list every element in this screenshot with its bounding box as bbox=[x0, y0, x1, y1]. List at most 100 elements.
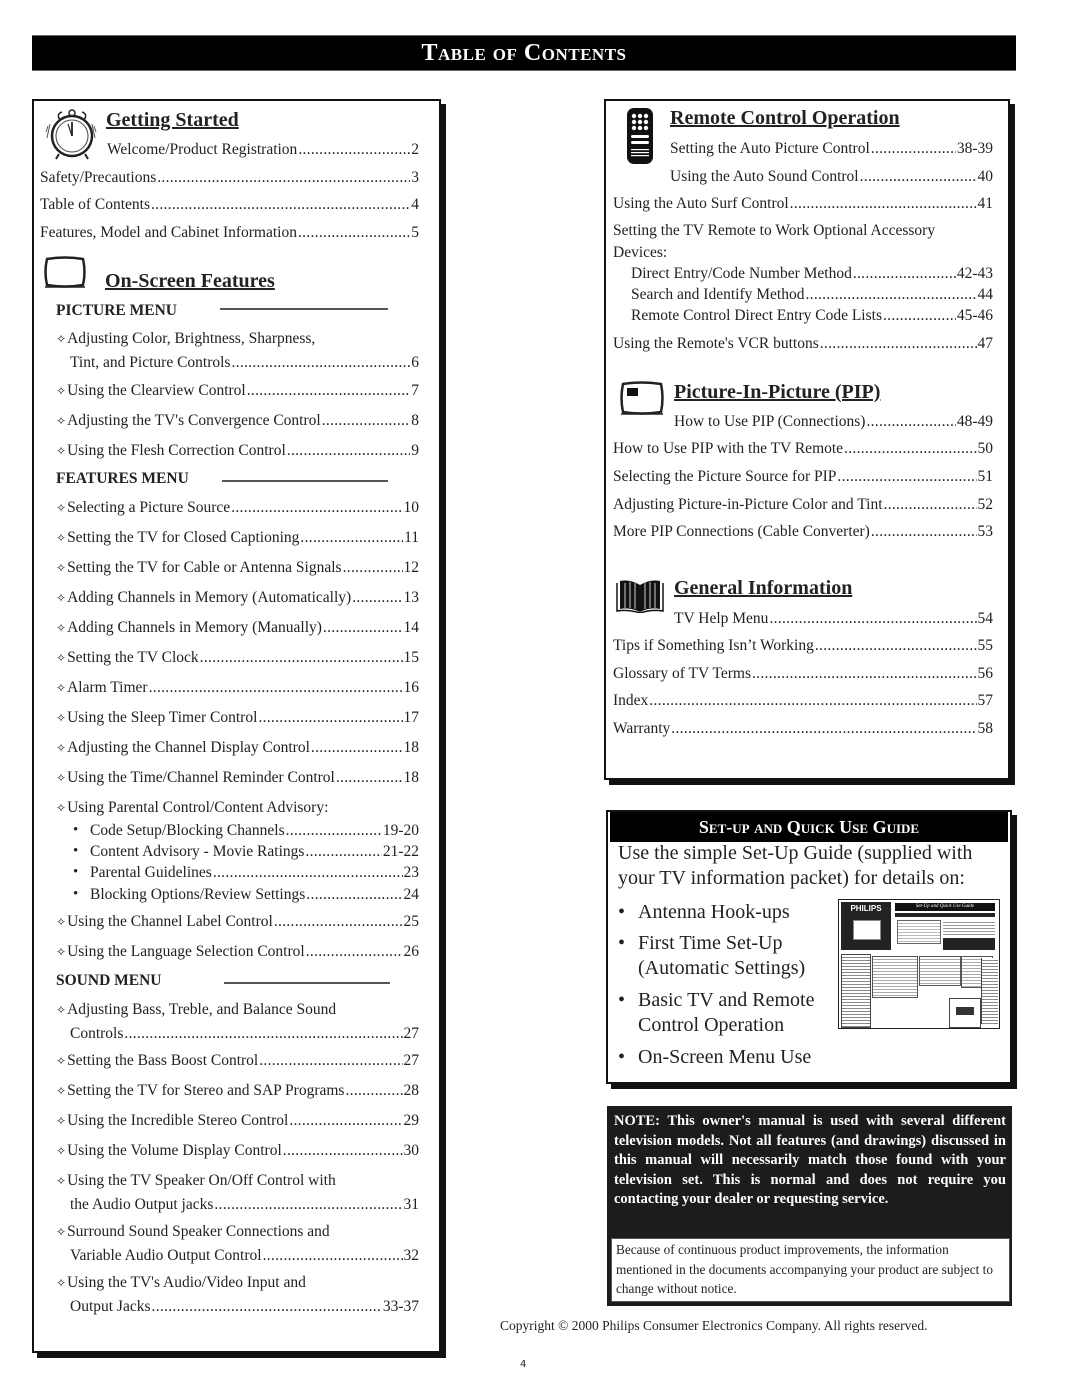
toc-entry[interactable]: ✧Adjusting the TV's Convergence Control8 bbox=[56, 412, 419, 430]
toc-entry[interactable]: ✧ Adding Channels in Memory (Automaticall… bbox=[56, 589, 419, 607]
section-title-general-info: General Information bbox=[674, 577, 853, 599]
pip-screen-icon bbox=[620, 381, 664, 415]
toc-entry[interactable]: How to Use PIP with the TV Remote50 bbox=[613, 440, 993, 458]
section-title-on-screen-features: On-Screen Features bbox=[105, 270, 275, 292]
submenu-label-features: FEATURES MENU bbox=[56, 470, 189, 487]
diamond-icon: ✧ bbox=[56, 945, 67, 959]
toc-entry[interactable]: ✧Using the Clearview Control7 bbox=[56, 382, 419, 400]
toc-entry[interactable]: Direct Entry/Code Number Method42-43 bbox=[631, 265, 993, 283]
toc-entry[interactable]: Using the Auto Surf Control41 bbox=[613, 195, 993, 213]
toc-entry[interactable]: Selecting the Picture Source for PIP51 bbox=[613, 468, 993, 486]
toc-entry-line1[interactable]: ✧Using the TV's Audio/Video Input and bbox=[56, 1274, 306, 1292]
page-ref: 11 bbox=[404, 529, 419, 546]
toc-entry[interactable]: More PIP Connections (Cable Converter)53 bbox=[613, 523, 993, 541]
toc-entry[interactable]: ✧Using the Language Selection Control26 bbox=[56, 943, 419, 961]
toc-entry[interactable]: Search and Identify Method44 bbox=[631, 286, 993, 304]
setup-guide-heading: Set-up and Quick Use Guide bbox=[698, 816, 920, 837]
toc-entry[interactable]: ✧Setting the TV for Closed Captioning11 bbox=[56, 529, 419, 547]
toc-entry[interactable]: ✧Using the Flesh Correction Control9 bbox=[56, 442, 419, 460]
toc-entry-line1[interactable]: ✧Surround Sound Speaker Connections and bbox=[56, 1223, 330, 1241]
toc-entry[interactable]: Welcome/Product Registration2 bbox=[107, 141, 419, 159]
toc-entry[interactable]: ✧Setting the Bass Boost Control27 bbox=[56, 1052, 419, 1070]
toc-entry[interactable]: Adjusting Picture-in-Picture Color and T… bbox=[613, 496, 993, 514]
toc-entry[interactable]: Using the Remote's VCR buttons47 bbox=[613, 335, 993, 353]
bullet-icon: • bbox=[73, 886, 79, 902]
page-ref: 55 bbox=[977, 637, 994, 654]
toc-entry[interactable]: ✧Selecting a Picture Source10 bbox=[56, 499, 419, 517]
page-ref: 14 bbox=[403, 619, 420, 636]
toc-entry[interactable]: Features, Model and Cabinet Information5 bbox=[40, 224, 419, 242]
toc-entry[interactable]: Tint, and Picture Controls6 bbox=[70, 354, 419, 372]
toc-entry[interactable]: Blocking Options/Review Settings24 bbox=[90, 886, 419, 904]
toc-entry[interactable]: ✧Using the Volume Display Control30 bbox=[56, 1142, 419, 1160]
page-ref: 29 bbox=[403, 1112, 420, 1129]
toc-entry[interactable]: Parental Guidelines23 bbox=[90, 864, 419, 882]
toc-entry[interactable]: Output Jacks33-37 bbox=[70, 1298, 419, 1316]
toc-entry-line1[interactable]: ✧Adjusting Bass, Treble, and Balance Sou… bbox=[56, 1001, 336, 1019]
toc-entry[interactable]: TV Help Menu54 bbox=[674, 610, 993, 628]
bullet-icon: • bbox=[618, 1046, 626, 1068]
dot-leader bbox=[311, 739, 403, 757]
dot-leader bbox=[649, 692, 976, 710]
toc-entry[interactable]: Safety/Precautions3 bbox=[40, 169, 419, 187]
toc-entry[interactable]: Using the Auto Sound Control40 bbox=[670, 168, 993, 186]
toc-entry[interactable]: Setting the Auto Picture Control38-39 bbox=[670, 140, 993, 158]
diamond-icon: ✧ bbox=[56, 444, 67, 458]
page-ref: 50 bbox=[977, 440, 994, 457]
toc-entry-heading[interactable]: Setting the TV Remote to Work Optional A… bbox=[613, 222, 935, 240]
page-ref: 32 bbox=[403, 1247, 420, 1264]
toc-entry-line1[interactable]: ✧Using the TV Speaker On/Off Control wit… bbox=[56, 1172, 336, 1190]
thumbnail-block bbox=[919, 956, 961, 986]
diamond-icon: ✧ bbox=[56, 915, 67, 929]
toc-entry[interactable]: Controls27 bbox=[70, 1025, 419, 1043]
toc-entry[interactable]: ✧Adding Channels in Memory (Manually)14 bbox=[56, 619, 419, 637]
page-ref: 16 bbox=[403, 679, 420, 696]
toc-entry[interactable]: Index57 bbox=[613, 692, 993, 710]
page-ref: 19-20 bbox=[382, 822, 419, 839]
dot-leader bbox=[149, 679, 403, 697]
page-title: Table of Contents bbox=[421, 39, 627, 66]
toc-entry[interactable]: Table of Contents4 bbox=[40, 196, 419, 214]
toc-entry[interactable]: Warranty58 bbox=[613, 720, 993, 738]
toc-entry[interactable]: ✧Alarm Timer16 bbox=[56, 679, 419, 697]
toc-entry[interactable]: Glossary of TV Terms56 bbox=[613, 665, 993, 683]
toc-entry[interactable]: the Audio Output jacks31 bbox=[70, 1196, 419, 1214]
toc-entry[interactable]: ✧Setting the TV Clock15 bbox=[56, 649, 419, 667]
dot-leader bbox=[231, 499, 402, 517]
thumbnail-block bbox=[872, 956, 918, 998]
open-book-icon bbox=[616, 580, 664, 613]
page-ref: 25 bbox=[403, 913, 420, 930]
thumbnail-title-bar: Set-Up and Quick Use Guide bbox=[895, 903, 995, 911]
toc-entry[interactable]: Remote Control Direct Entry Code Lists45… bbox=[631, 307, 993, 325]
toc-entry[interactable]: How to Use PIP (Connections)48-49 bbox=[674, 413, 993, 431]
toc-entry[interactable]: ✧Using the Channel Label Control25 bbox=[56, 913, 419, 931]
diamond-icon: ✧ bbox=[56, 1003, 67, 1017]
bullet-icon: • bbox=[73, 864, 79, 880]
toc-entry[interactable]: Code Setup/Blocking Channels19-20 bbox=[90, 822, 419, 840]
page-ref: 12 bbox=[403, 559, 420, 576]
setup-guide-intro: Use the simple Set-Up Guide (supplied wi… bbox=[618, 842, 973, 889]
page-ref: 15 bbox=[403, 649, 420, 666]
page-ref: 52 bbox=[977, 496, 994, 513]
toc-entry[interactable]: ✧Using the Incredible Stereo Control29 bbox=[56, 1112, 419, 1130]
toc-entry-heading[interactable]: Devices: bbox=[613, 244, 667, 262]
toc-entry[interactable]: Variable Audio Output Control32 bbox=[70, 1247, 419, 1265]
toc-entry[interactable]: ✧Adjusting the Channel Display Control18 bbox=[56, 739, 419, 757]
toc-entry[interactable]: Tips if Something Isn’t Working55 bbox=[613, 637, 993, 655]
submenu-label-picture: PICTURE MENU bbox=[56, 302, 177, 319]
dot-leader bbox=[286, 822, 382, 840]
toc-entry[interactable]: ✧ Setting the TV for Cable or Antenna Sig… bbox=[56, 559, 419, 577]
page-ref: 18 bbox=[403, 769, 420, 786]
toc-entry-line1[interactable]: ✧Adjusting Color, Brightness, Sharpness, bbox=[56, 330, 315, 348]
page-ref: 21-22 bbox=[382, 843, 419, 860]
toc-entry[interactable]: ✧Using the Sleep Timer Control17 bbox=[56, 709, 419, 727]
toc-entry[interactable]: ✧ Setting the TV for Stereo and SAP Progr… bbox=[56, 1082, 419, 1100]
toc-entry[interactable]: ✧ Using the Time/Channel Reminder Control… bbox=[56, 769, 419, 787]
page-number: 4 bbox=[520, 1359, 527, 1370]
dot-leader bbox=[214, 1196, 402, 1214]
page-ref: 23 bbox=[403, 864, 420, 881]
toc-entry-heading[interactable]: ✧Using Parental Control/Content Advisory… bbox=[56, 799, 328, 817]
dot-leader bbox=[336, 769, 403, 787]
toc-entry[interactable]: Content Advisory - Movie Ratings21-22 bbox=[90, 843, 419, 861]
page-ref: 27 bbox=[403, 1052, 420, 1069]
